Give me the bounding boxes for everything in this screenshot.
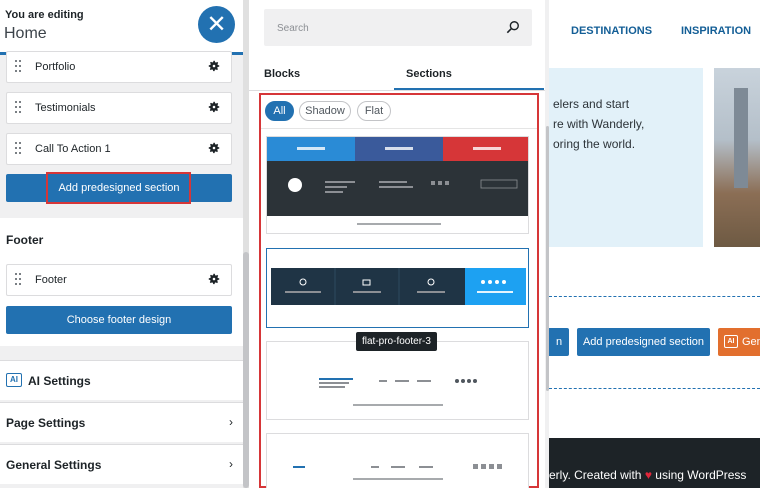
section-thumbnail-2[interactable] (266, 248, 529, 328)
drag-handle-icon[interactable] (15, 60, 23, 74)
editing-label: You are editing (5, 9, 84, 21)
customizer-sidebar: You are editing Home ✕ Portfolio Testimo… (0, 0, 243, 488)
gear-icon[interactable] (207, 59, 221, 73)
page-title: Home (4, 25, 47, 42)
section-item-label: Footer (35, 274, 67, 286)
drag-handle-icon[interactable] (15, 273, 23, 287)
ai-settings-label: AI Settings (28, 374, 91, 388)
section-thumbnail-3[interactable] (266, 341, 529, 420)
drag-handle-icon[interactable] (15, 142, 23, 156)
section-thumbnail-4[interactable] (266, 433, 529, 488)
section-item-footer[interactable]: Footer (6, 264, 232, 296)
ai-settings-row[interactable]: AI AI Settings (0, 360, 243, 400)
dashed-divider (549, 296, 760, 297)
hero-image (714, 68, 760, 247)
heart-icon: ♥ (644, 468, 652, 482)
ai-icon: AI (6, 373, 22, 387)
filter-flat[interactable]: Flat (357, 101, 391, 121)
generate-button[interactable]: AI Gen (718, 328, 760, 356)
credit-text: using WordPress (651, 468, 747, 482)
search-icon[interactable] (506, 20, 520, 34)
divider (249, 90, 545, 91)
section-item-label: Call To Action 1 (35, 143, 111, 155)
page-settings-row[interactable]: Page Settings › (0, 402, 243, 442)
add-predesigned-section-button[interactable]: Add predesigned section (577, 328, 710, 356)
sidebar-header: You are editing Home ✕ (0, 0, 243, 55)
ai-icon: AI (724, 335, 738, 348)
search-input[interactable]: Search (264, 9, 532, 46)
highlight-frame (46, 172, 191, 204)
site-preview: DESTINATIONS INSPIRATION elers and start… (549, 0, 760, 488)
filter-shadow[interactable]: Shadow (299, 101, 351, 121)
general-settings-label: General Settings (6, 458, 102, 472)
section-thumbnail-1[interactable] (266, 136, 529, 234)
thumbnail-preview (267, 137, 528, 225)
hero-line: elers and start (553, 97, 630, 111)
page-settings-label: Page Settings (6, 416, 86, 430)
credit-text: erly. Created with (549, 468, 645, 482)
footer-credit: erly. Created with ♥ using WordPress (549, 468, 746, 482)
section-item-portfolio[interactable]: Portfolio (6, 51, 232, 83)
tab-sections[interactable]: Sections (406, 68, 452, 80)
tab-blocks[interactable]: Blocks (264, 68, 300, 80)
general-settings-row[interactable]: General Settings › (0, 444, 243, 484)
drag-handle-icon[interactable] (15, 101, 23, 115)
sections-library-panel: Search Blocks Sections All Shadow Flat f… (249, 0, 545, 488)
gear-icon[interactable] (207, 272, 221, 286)
filter-all[interactable]: All (265, 101, 294, 121)
section-item-testimonials[interactable]: Testimonials (6, 92, 232, 124)
dashed-divider (549, 388, 760, 389)
hero-section: elers and start re with Wanderly, oring … (549, 68, 703, 247)
section-item-call-to-action[interactable]: Call To Action 1 (6, 133, 232, 165)
divider (261, 128, 537, 129)
chevron-right-icon: › (229, 415, 233, 429)
nav-destinations[interactable]: DESTINATIONS (571, 25, 652, 37)
hero-text: elers and start re with Wanderly, oring … (553, 94, 703, 154)
footer-heading: Footer (6, 233, 44, 247)
gear-icon[interactable] (207, 141, 221, 155)
section-item-label: Testimonials (35, 102, 96, 114)
section-button-partial[interactable]: n (549, 328, 569, 356)
thumbnail-preview (271, 268, 526, 305)
gear-icon[interactable] (207, 100, 221, 114)
hero-line: re with Wanderly, (553, 117, 645, 131)
close-icon[interactable]: ✕ (198, 6, 235, 43)
hero-line: oring the world. (553, 137, 636, 151)
tooltip: flat-pro-footer-3 (356, 332, 437, 351)
chevron-right-icon: › (229, 457, 233, 471)
section-item-label: Portfolio (35, 61, 76, 73)
choose-footer-design-button[interactable]: Choose footer design (6, 306, 232, 334)
thumbnail-preview (319, 378, 477, 406)
thumbnail-preview (293, 464, 502, 480)
generate-label: Gen (742, 336, 760, 348)
search-placeholder: Search (277, 23, 309, 34)
nav-inspiration[interactable]: INSPIRATION (681, 25, 751, 37)
